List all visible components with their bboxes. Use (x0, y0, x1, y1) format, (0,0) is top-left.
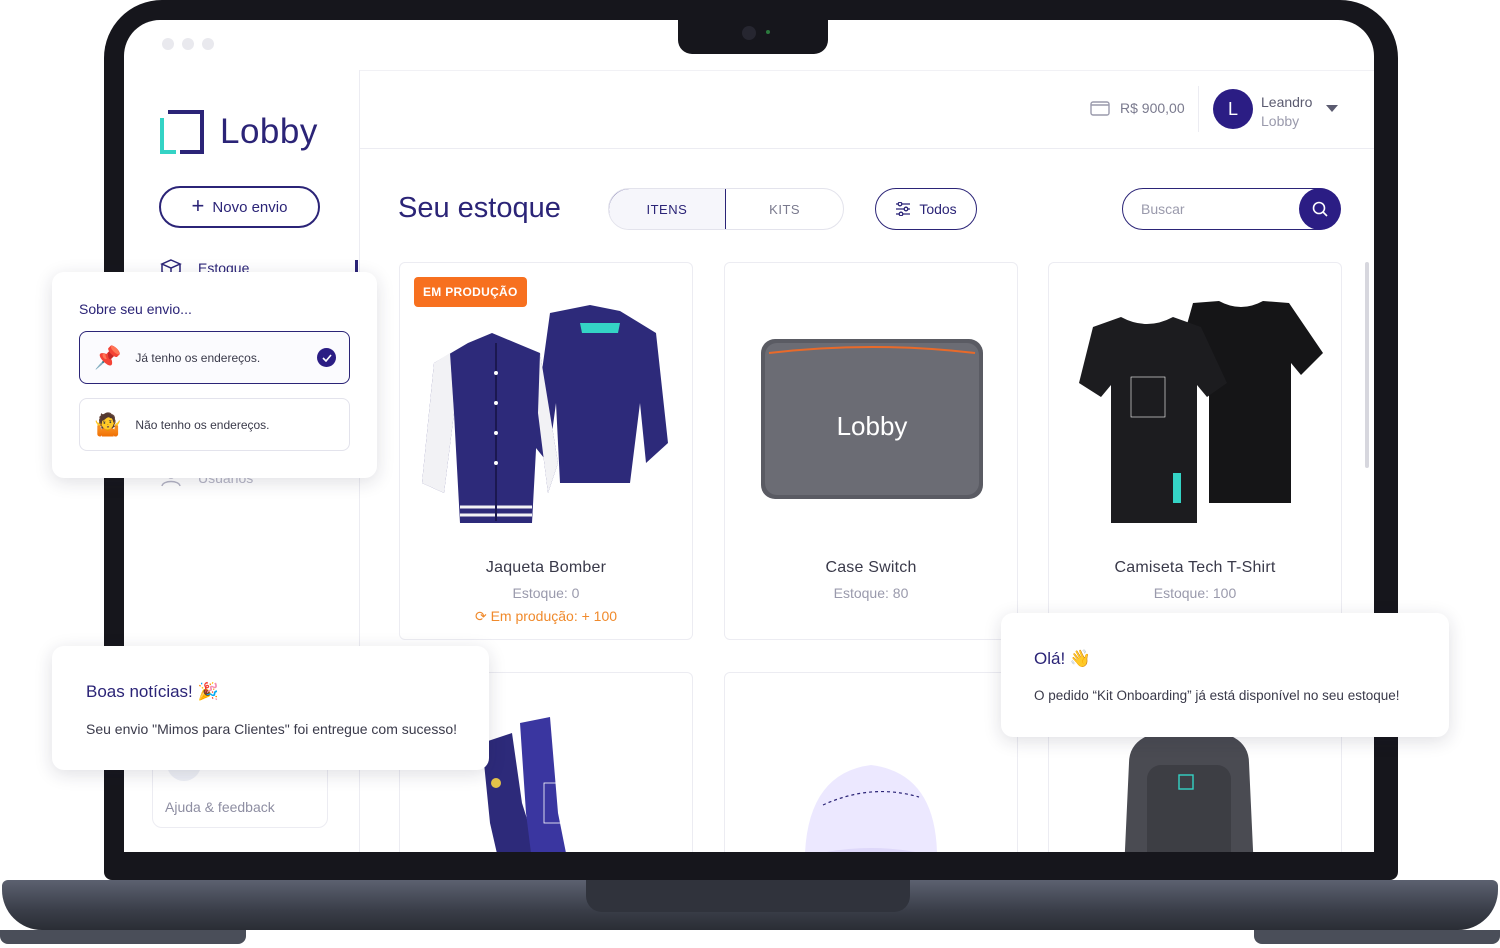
search-icon (1312, 201, 1328, 217)
refresh-icon: ⟳ (474, 608, 491, 624)
notification-toast-order: Olá! 👋 O pedido “Kit Onboarding” já está… (1001, 613, 1449, 737)
logo-mark-icon (158, 108, 206, 156)
bucket-hat-image (805, 765, 937, 852)
toast-message: Seu envio "Mimos para Clientes" foi entr… (86, 721, 458, 737)
laptop-hinge (586, 880, 910, 912)
notification-toast-delivered: Boas notícias! 🎉 Seu envio "Mimos para C… (52, 646, 489, 770)
window-dot[interactable] (182, 38, 194, 50)
new-shipment-button[interactable]: + Novo envio (159, 186, 320, 228)
avatar[interactable]: L (1213, 89, 1253, 129)
toast-message: O pedido “Kit Onboarding” já está dispon… (1034, 688, 1400, 703)
plus-icon: + (191, 193, 205, 218)
toast-title: Boas notícias! 🎉 (86, 682, 219, 702)
search-box (1122, 187, 1341, 230)
chevron-down-icon[interactable] (1326, 105, 1338, 112)
option-no-addresses[interactable]: 🤷 Não tenho os endereços. (79, 398, 350, 451)
option-label: Não tenho os endereços. (135, 417, 270, 432)
logo-text: Lobby (220, 112, 318, 151)
view-toggle: ITENS KITS (608, 188, 844, 230)
product-stock: Estoque: 100 (1153, 585, 1237, 601)
production-status: ⟳ Em produção: + 100 (400, 608, 692, 625)
page-title: Seu estoque (398, 192, 561, 224)
tshirt-image (1079, 301, 1323, 523)
product-name: Jaqueta Bomber (485, 559, 607, 576)
sliders-icon (896, 202, 911, 216)
tab-kits[interactable]: KITS (726, 189, 843, 229)
search-button[interactable] (1298, 187, 1341, 230)
search-input[interactable] (1141, 189, 1291, 228)
product-stock: Estoque: 0 (512, 585, 580, 601)
help-label: Ajuda & feedback (165, 799, 275, 815)
camera-led (766, 30, 770, 34)
pushpin-icon: 📌 (94, 344, 122, 370)
case-brand-text: Lobby (837, 411, 908, 441)
new-shipment-label: Novo envio (212, 198, 288, 216)
shipment-address-popup: Sobre seu envio... 📌 Já tenho os endereç… (52, 272, 377, 478)
user-name: Leandro (1261, 94, 1313, 110)
option-label: Já tenho os endereços. (135, 350, 261, 365)
party-popper-icon: 🎉 (197, 682, 219, 701)
window-dot[interactable] (202, 38, 214, 50)
product-stock: Estoque: 80 (833, 585, 909, 601)
product-name: Camiseta Tech T-Shirt (1114, 559, 1276, 576)
popup-title: Sobre seu envio... (79, 301, 192, 317)
shrug-icon: 🤷 (94, 411, 122, 437)
sidebar-active-indicator (355, 260, 358, 272)
window-dot[interactable] (162, 38, 174, 50)
filter-button[interactable]: Todos (875, 188, 977, 230)
product-card[interactable]: Camiseta Tech T-Shirt Estoque: 100 (1048, 262, 1342, 640)
balance-value: R$ 900,00 (1120, 100, 1185, 116)
toast-title-text: Olá! (1034, 649, 1066, 668)
product-card[interactable] (724, 672, 1018, 852)
filter-label: Todos (919, 201, 957, 217)
user-company: Lobby (1261, 113, 1300, 129)
toast-title: Olá! 👋 (1034, 649, 1091, 669)
production-label: Em produção: + 100 (490, 608, 618, 624)
laptop-case-image: Lobby (761, 339, 983, 499)
tab-itens[interactable]: ITENS (609, 189, 727, 229)
scrollbar[interactable] (1365, 262, 1369, 468)
bomber-jacket-image (422, 305, 668, 523)
toast-title-text: Boas notícias! (86, 682, 193, 701)
wallet-balance[interactable]: R$ 900,00 (1090, 100, 1185, 116)
product-name: Case Switch (825, 559, 917, 576)
camera-icon (742, 26, 756, 40)
product-card[interactable]: EM PRODUÇÃO Jaqueta Bomber Estoque: 0 ⟳ … (399, 262, 693, 640)
laptop-foot-right (1254, 930, 1500, 944)
app-logo[interactable]: Lobby (158, 108, 318, 156)
status-badge: EM PRODUÇÃO (414, 277, 527, 307)
waving-hand-icon: 👋 (1069, 649, 1092, 668)
product-card[interactable]: Lobby Case Switch Estoque: 80 (724, 262, 1018, 640)
window-controls (162, 38, 214, 50)
user-menu[interactable]: Leandro Lobby (1261, 93, 1312, 131)
option-has-addresses[interactable]: 📌 Já tenho os endereços. (79, 331, 350, 384)
camera-notch (678, 18, 828, 54)
header-divider (1198, 86, 1199, 132)
wallet-icon (1090, 101, 1110, 116)
marketing-composite: Lobby + Novo envio Estoque Usuários Ajud… (0, 0, 1500, 948)
laptop-foot-left (0, 930, 246, 944)
check-icon (317, 348, 336, 367)
